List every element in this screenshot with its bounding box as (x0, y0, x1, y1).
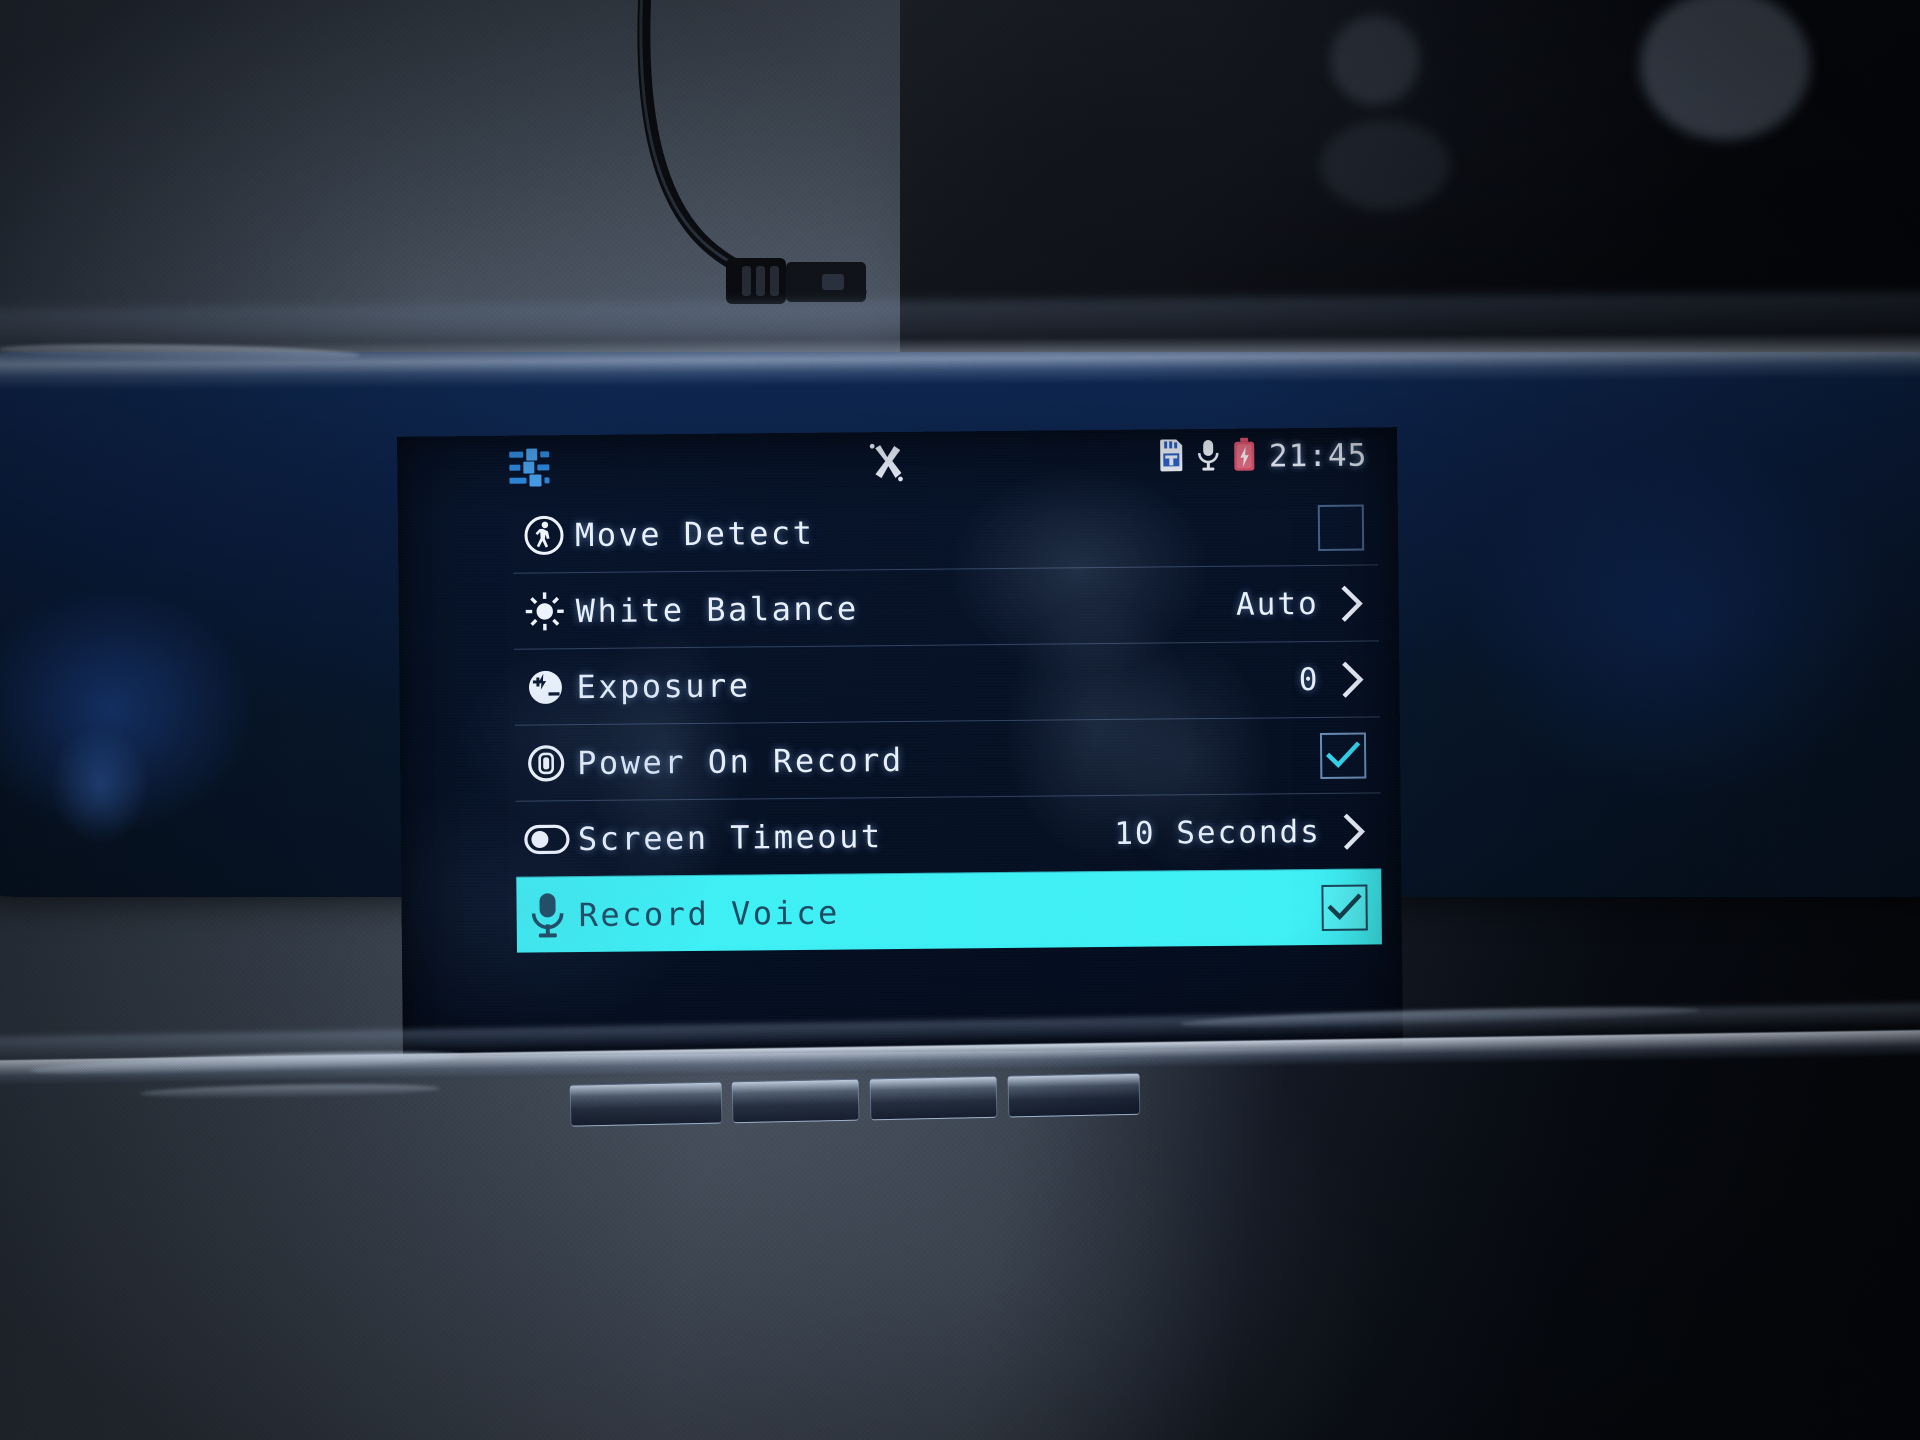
microphone-icon (1197, 439, 1219, 475)
motion-cross-icon (867, 442, 905, 488)
checkbox-move-detect[interactable] (1317, 504, 1365, 551)
pedestrian-icon (513, 513, 575, 558)
menu-item-control[interactable]: 10 Seconds (1114, 813, 1381, 852)
battery-charging-icon (1232, 437, 1256, 476)
toggle-icon (516, 823, 578, 856)
menu-item-control[interactable]: 0 (1299, 661, 1380, 698)
status-indicators: 21:45 (1158, 437, 1368, 477)
menu-item-record-voice[interactable]: Record Voice (516, 868, 1382, 953)
physical-button-2[interactable] (731, 1078, 860, 1124)
checkbox-record-voice[interactable] (1321, 884, 1368, 931)
menu-item-control[interactable]: Auto (1236, 585, 1379, 622)
mirror-reflection (1430, 390, 1920, 860)
physical-button-1[interactable] (569, 1081, 723, 1127)
microphone-icon (516, 892, 578, 939)
lcd-screen: 21:45 Move Detect White Balance Auto Exp… (397, 427, 1403, 1057)
menu-item-label: Record Voice (578, 893, 840, 934)
menu-item-value: Auto (1235, 585, 1319, 623)
exposure-icon (514, 665, 576, 710)
chevron-right-icon[interactable] (1341, 585, 1365, 622)
menu-item-label: Move Detect (574, 513, 815, 554)
menu-item-label: Exposure (576, 665, 751, 706)
menu-item-control[interactable] (1319, 732, 1380, 779)
menu-item-value: 10 Seconds (1114, 813, 1322, 852)
screenshot-stage: 21:45 Move Detect White Balance Auto Exp… (0, 0, 1920, 1440)
physical-button-4[interactable] (1007, 1072, 1141, 1118)
menu-item-control[interactable] (1321, 884, 1381, 931)
menu-item-power-on-record[interactable]: Power On Record (514, 716, 1381, 801)
menu-item-exposure[interactable]: Exposure 0 (514, 640, 1380, 725)
settings-menu: Move Detect White Balance Auto Exposure … (513, 489, 1382, 953)
menu-item-control[interactable] (1317, 504, 1378, 551)
menu-item-value: 0 (1298, 661, 1320, 698)
power-record-icon (515, 741, 577, 786)
chevron-right-icon[interactable] (1341, 661, 1365, 698)
menu-item-label: White Balance (575, 588, 859, 630)
checkbox-power-on-record[interactable] (1319, 732, 1367, 779)
sliders-icon[interactable] (507, 447, 551, 491)
mirror-reflection (30, 700, 180, 870)
physical-button-3[interactable] (869, 1075, 998, 1121)
status-bar: 21:45 (397, 427, 1398, 497)
menu-item-label: Screen Timeout (577, 816, 883, 858)
menu-item-white-balance[interactable]: White Balance Auto (513, 564, 1380, 649)
menu-item-move-detect[interactable]: Move Detect (513, 489, 1379, 572)
clock: 21:45 (1268, 437, 1368, 475)
sun-icon (514, 589, 576, 634)
chevron-right-icon[interactable] (1343, 813, 1367, 850)
sd-card-icon (1158, 439, 1184, 475)
menu-item-screen-timeout[interactable]: Screen Timeout 10 Seconds (515, 792, 1382, 877)
menu-item-label: Power On Record (577, 740, 904, 782)
